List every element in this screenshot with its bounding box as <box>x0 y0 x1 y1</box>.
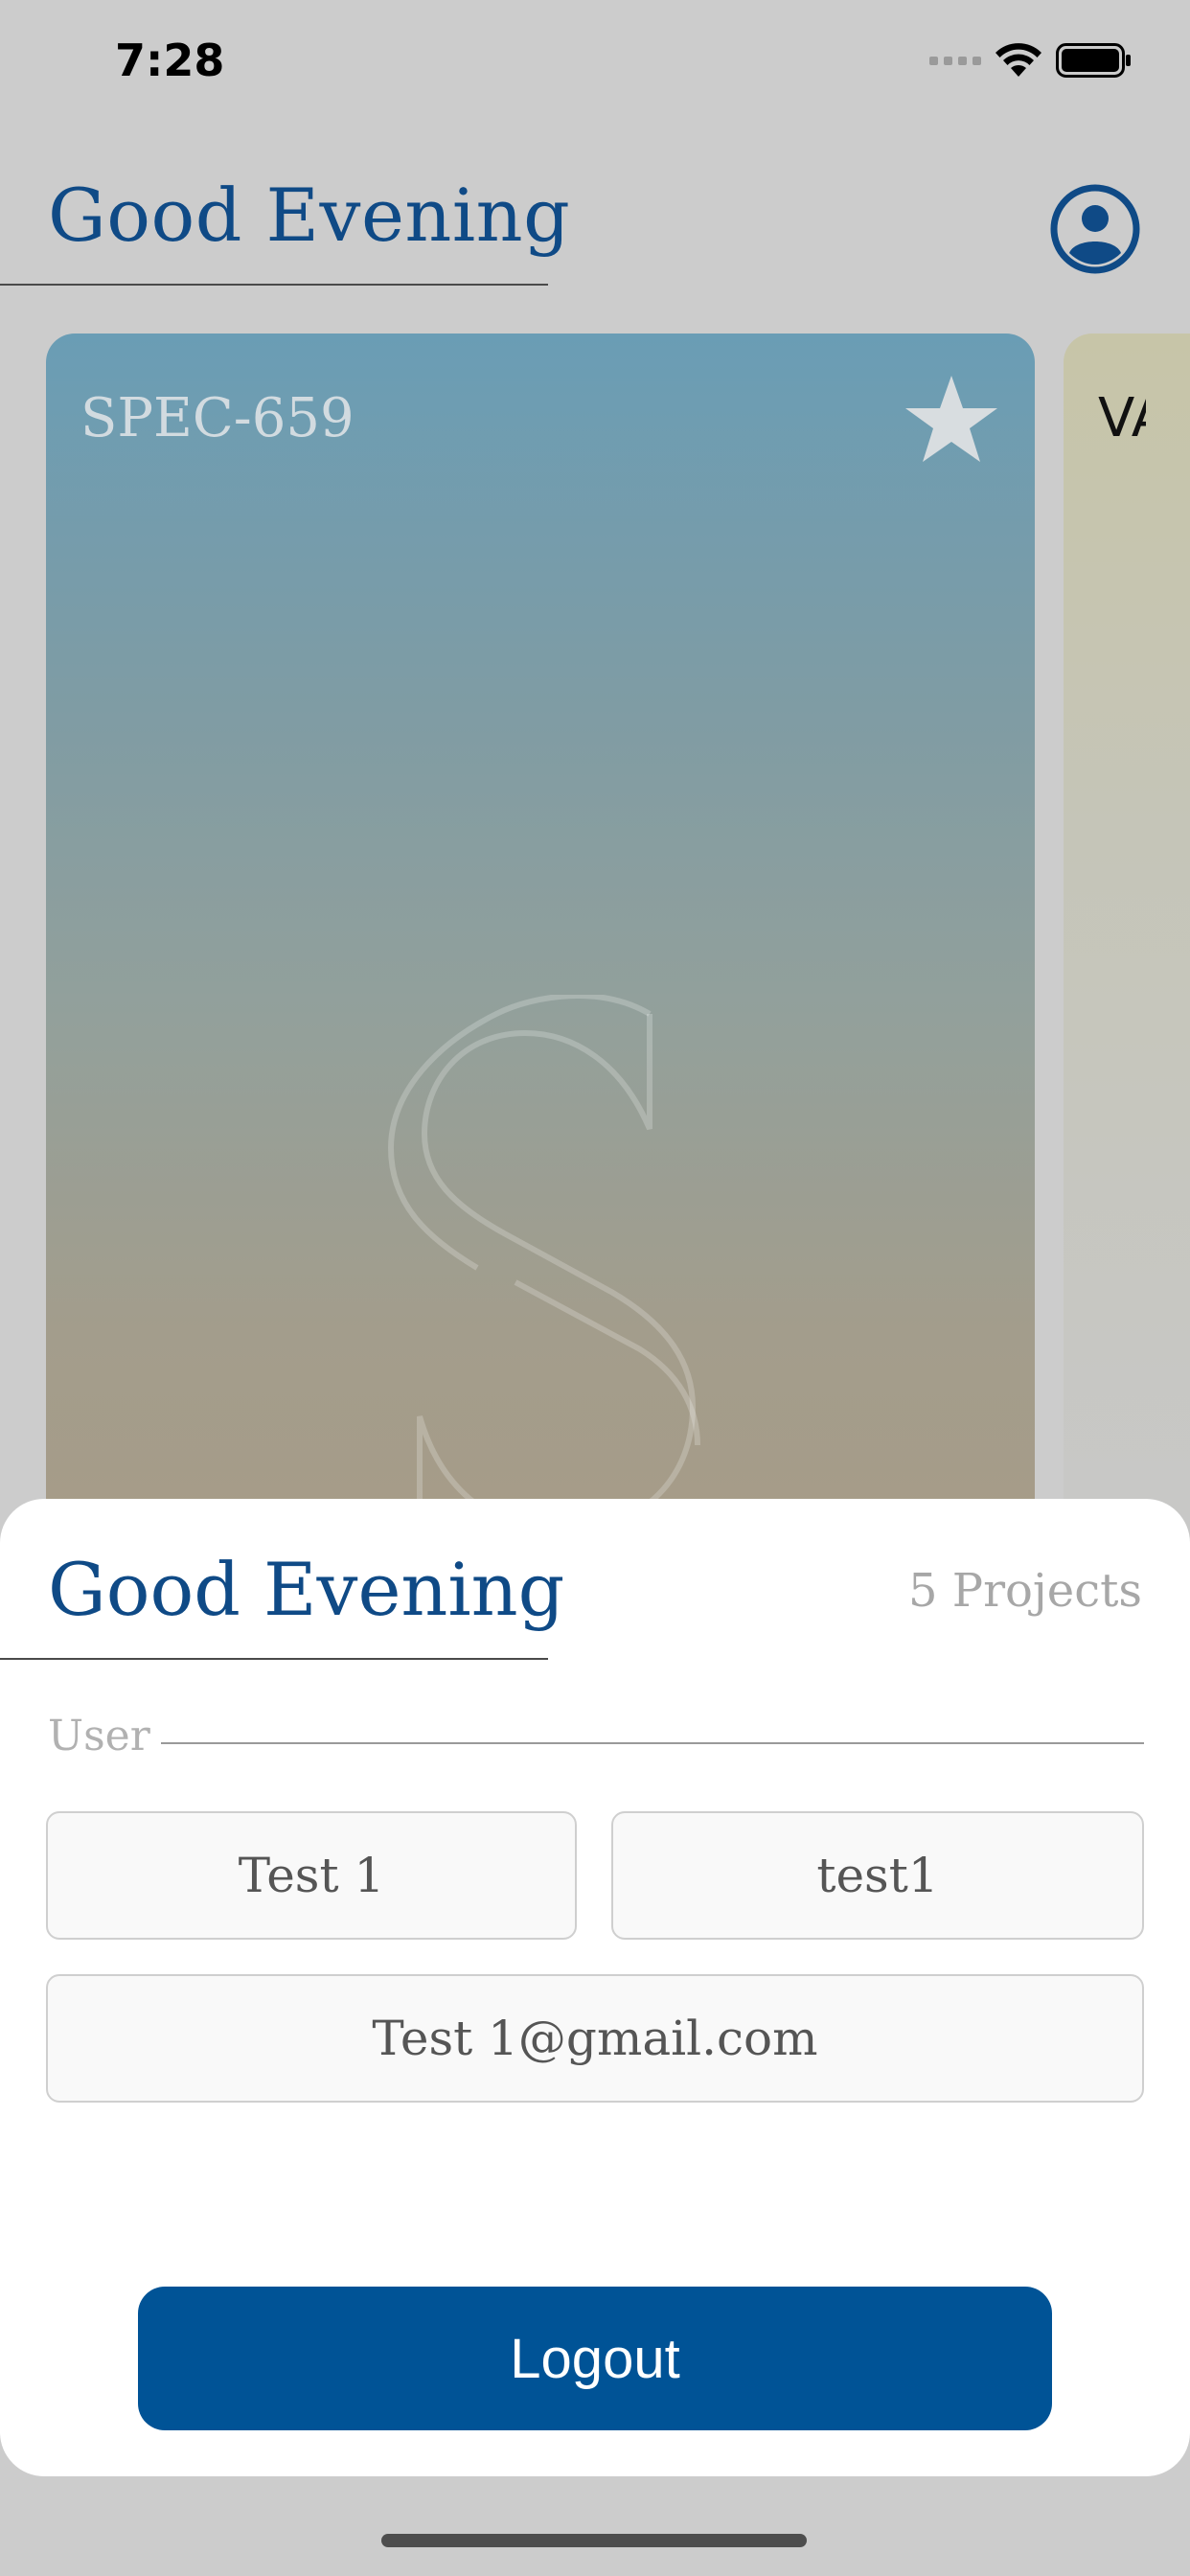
project-card[interactable]: SPEC-659 <box>46 334 1035 1579</box>
user-circle-icon <box>1050 184 1140 274</box>
page-title: Good Evening <box>48 172 571 258</box>
user-section-label: User <box>48 1712 150 1760</box>
title-underline <box>0 284 548 286</box>
user-bottom-sheet: Good Evening 5 Projects User Test 1 test… <box>0 1499 1190 2476</box>
user-section-divider <box>161 1742 1144 1744</box>
status-time: 7:28 <box>115 34 225 86</box>
battery-icon <box>1056 43 1131 78</box>
email-field[interactable]: Test 1@gmail.com <box>46 1974 1144 2103</box>
project-card-next[interactable]: VA <box>1064 334 1190 1579</box>
wifi-icon <box>995 43 1041 77</box>
project-code: SPEC-659 <box>80 387 355 449</box>
home-indicator[interactable] <box>381 2534 807 2547</box>
watermark-s-logo <box>387 995 700 1570</box>
projects-count: 5 Projects <box>907 1564 1142 1618</box>
status-bar: 7:28 <box>0 0 1190 134</box>
first-name-field[interactable]: Test 1 <box>46 1811 577 1940</box>
sheet-title-underline <box>0 1658 548 1660</box>
sheet-greeting: Good Evening <box>48 1547 565 1632</box>
username-field[interactable]: test1 <box>611 1811 1144 1940</box>
profile-button[interactable] <box>1048 182 1142 276</box>
cellular-signal-icon <box>929 56 981 65</box>
star-icon[interactable] <box>904 374 999 466</box>
logout-button[interactable]: Logout <box>138 2287 1052 2430</box>
project-code-next: VA <box>1098 387 1146 449</box>
status-icons <box>929 42 1133 79</box>
